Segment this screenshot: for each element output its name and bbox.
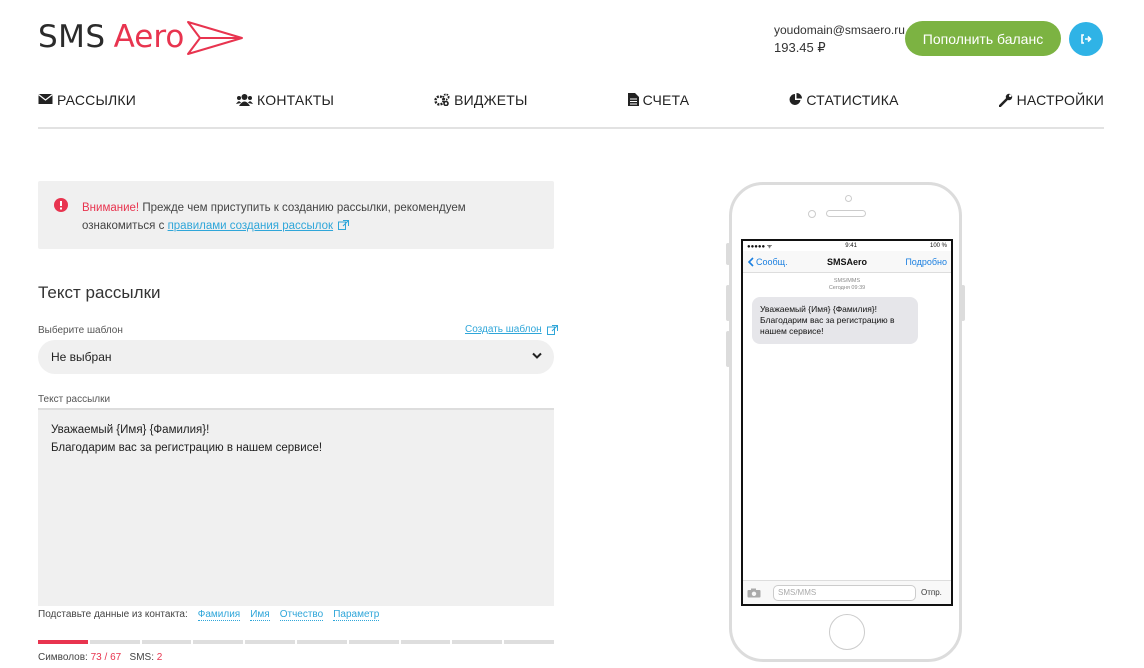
topup-button[interactable]: Пополнить баланс — [905, 21, 1061, 56]
nav-item-settings[interactable]: НАСТРОЙКИ — [998, 92, 1104, 127]
main-nav: РАССЫЛКИ КОНТАКТЫ ВИДЖЕТЫ СЧЕТА СТАТИСТИ… — [38, 92, 1104, 129]
phone-side-button — [726, 285, 730, 321]
document-icon — [627, 93, 639, 106]
phone-send: Отпр. — [921, 588, 942, 597]
sms-label: SMS: — [129, 652, 154, 663]
rules-link[interactable]: правилами создания рассылок — [168, 220, 333, 232]
phone-input: SMS/MMS — [773, 584, 916, 601]
status-battery: 100 % — [929, 243, 947, 249]
logo[interactable]: SMS Aero — [38, 16, 244, 58]
template-select-value: Не выбран — [51, 350, 112, 364]
message-bubble: Уважаемый {Имя} {Фамилия}! Благодарим ва… — [752, 297, 918, 344]
phone-side-button — [726, 331, 730, 367]
counters: Символов: 73 / 67 SMS: 2 — [38, 652, 162, 663]
warning-alert: Внимание! Прежде чем приступить к создан… — [38, 181, 554, 249]
phone-screen: ●●●●● ᯤ 9:41 100 % Сообщ. SMSAero Подроб… — [741, 239, 953, 606]
progress-segment — [400, 640, 451, 644]
subst-tag-firstname[interactable]: Имя — [250, 609, 270, 621]
sms-value: 2 — [156, 652, 163, 663]
phone-side-button — [961, 285, 965, 321]
progress-segment — [348, 640, 399, 644]
phone-preview: ●●●●● ᯤ 9:41 100 % Сообщ. SMSAero Подроб… — [726, 182, 965, 662]
status-carrier: ●●●●● ᯤ — [747, 244, 773, 250]
nav-label: КОНТАКТЫ — [257, 92, 335, 108]
external-link-icon — [338, 220, 350, 230]
subst-tag-patronymic[interactable]: Отчество — [279, 609, 324, 621]
nav-item-widgets[interactable]: ВИДЖЕТЫ — [434, 92, 528, 127]
template-label: Выберите шаблон — [38, 325, 123, 336]
subst-tag-lastname[interactable]: Фамилия — [197, 609, 241, 621]
message-meta: SMS/MMS Сегодня 09:39 — [743, 278, 951, 292]
phone-sensor — [808, 210, 816, 218]
progress-segment — [245, 640, 295, 644]
nav-item-statistics[interactable]: СТАТИСТИКА — [789, 92, 898, 127]
create-template-text: Создать шаблон — [465, 324, 542, 335]
progress-segment — [89, 640, 140, 644]
phone-composer: SMS/MMS Отпр. — [743, 580, 951, 604]
create-template-link[interactable]: Создать шаблон — [465, 324, 558, 335]
users-icon — [236, 94, 254, 106]
progress-segment — [141, 640, 192, 644]
pie-chart-icon — [789, 93, 803, 105]
account-email: youdomain@smsaero.ru — [774, 23, 905, 37]
phone-speaker — [826, 210, 866, 217]
phone-home-button — [829, 614, 865, 650]
external-link-icon — [546, 324, 558, 335]
nav-item-contacts[interactable]: КОНТАКТЫ — [236, 92, 334, 127]
phone-nav-bar: Сообщ. SMSAero Подробно — [743, 251, 951, 273]
logo-text-sms: SMS — [38, 19, 106, 55]
message-textarea[interactable]: Уважаемый {Имя} {Фамилия}! Благодарим ва… — [38, 408, 554, 606]
nav-label: СТАТИСТИКА — [806, 92, 899, 108]
chevron-down-icon — [532, 352, 542, 359]
progress-segment — [452, 640, 503, 644]
account-info: youdomain@smsaero.ru 193.45 ₽ — [774, 22, 905, 56]
subst-tag-parameter[interactable]: Параметр — [333, 609, 380, 621]
substitution-bar: Подставьте данные из контакта: Фамилия И… — [38, 609, 380, 621]
alert-attention: Внимание! — [82, 202, 140, 214]
nav-item-mailings[interactable]: РАССЫЛКИ — [38, 92, 136, 127]
logout-icon — [1081, 34, 1092, 44]
subst-label: Подставьте данные из контакта: — [38, 609, 188, 620]
nav-label: ВИДЖЕТЫ — [454, 92, 528, 108]
chars-value: 73 / 67 — [90, 652, 122, 663]
section-title: Текст рассылки — [38, 283, 161, 302]
logo-text-aero: Aero — [113, 19, 185, 55]
progress-segment — [504, 640, 554, 644]
message-type: SMS/MMS — [833, 278, 861, 284]
nav-item-invoices[interactable]: СЧЕТА — [627, 92, 690, 127]
exclamation-circle-icon — [54, 198, 68, 212]
phone-camera — [845, 195, 852, 202]
nav-label: СЧЕТА — [642, 92, 690, 108]
envelope-icon — [38, 94, 53, 104]
phone-side-button — [726, 243, 730, 265]
nav-label: НАСТРОЙКИ — [1016, 92, 1104, 108]
progress-segment — [193, 640, 244, 644]
paper-plane-icon — [187, 21, 244, 55]
message-time: Сегодня 09:39 — [828, 285, 866, 291]
gears-icon — [434, 93, 450, 106]
account-balance: 193.45 ₽ — [774, 40, 826, 55]
char-progress-bar — [38, 640, 554, 644]
chars-label: Символов: — [38, 652, 88, 663]
template-select[interactable]: Не выбран — [38, 340, 554, 374]
text-label: Текст рассылки — [38, 394, 111, 405]
progress-segment — [38, 640, 88, 644]
wrench-icon — [998, 93, 1012, 107]
alert-text: Внимание! Прежде чем приступить к создан… — [82, 199, 532, 235]
logout-button[interactable] — [1069, 22, 1103, 56]
progress-segment — [296, 640, 347, 644]
nav-label: РАССЫЛКИ — [57, 92, 137, 108]
phone-details: Подробно — [905, 257, 947, 267]
status-time: 9:41 — [845, 243, 857, 249]
phone-status-bar: ●●●●● ᯤ 9:41 100 % — [743, 241, 951, 251]
camera-icon — [747, 588, 761, 597]
